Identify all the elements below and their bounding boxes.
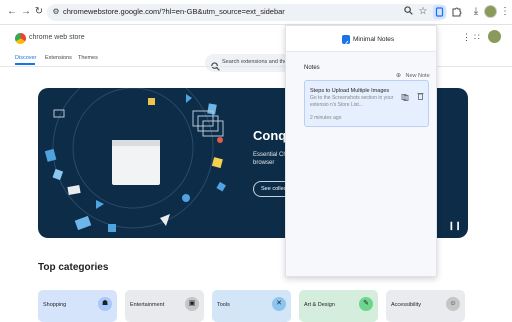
minimal-notes-extension-button[interactable] (433, 5, 446, 19)
note-title: Steps to Upload Multiple Images (310, 88, 390, 94)
popup-header: Minimal Notes (286, 26, 436, 52)
category-tools[interactable]: Tools ✕ (212, 290, 291, 322)
browser-toolbar: ← → ↻ ⚙ chromewebstore.google.com/?hl=en… (0, 0, 512, 25)
store-logo-text[interactable]: chrome web store (29, 34, 85, 41)
category-art-design[interactable]: Art & Design ✎ (299, 290, 378, 322)
more-options-icon[interactable]: ⋮ (462, 32, 471, 43)
category-accessibility[interactable]: Accessibility ☺ (386, 290, 465, 322)
app-title: Minimal Notes (353, 36, 395, 43)
note-preview: Go to the Screenshots section in your ex… (310, 95, 394, 108)
account-avatar[interactable] (488, 30, 501, 43)
category-entertainment[interactable]: Entertainment ▣ (125, 290, 204, 322)
extensions-puzzle-icon[interactable] (450, 6, 462, 18)
note-card[interactable]: Steps to Upload Multiple Images Go to th… (304, 80, 429, 127)
category-shopping[interactable]: Shopping ☗ (38, 290, 117, 322)
pause-icon[interactable]: ❙❙ (448, 221, 461, 230)
apps-grid-icon[interactable]: ∷ (474, 32, 480, 43)
pencil-icon: ✎ (359, 297, 373, 311)
new-note-button[interactable]: ⊕ New Note (396, 64, 430, 79)
copy-icon[interactable] (401, 88, 409, 101)
categories-title: Top categories (38, 262, 109, 273)
reload-icon[interactable]: ↻ (33, 6, 45, 18)
category-label: Art & Design (304, 302, 335, 308)
search-icon (211, 58, 220, 76)
profile-avatar[interactable] (484, 5, 497, 18)
bag-icon: ☗ (98, 297, 112, 311)
url-text[interactable]: chromewebstore.google.com/?hl=en-GB&utm_… (63, 7, 285, 16)
tab-discover[interactable]: Discover (15, 55, 36, 61)
zoom-icon[interactable] (402, 6, 414, 18)
tab-extensions[interactable]: Extensions (45, 55, 72, 61)
forward-icon[interactable]: → (20, 6, 32, 18)
category-label: Shopping (43, 302, 67, 308)
calendar-icon: ▣ (185, 297, 199, 311)
bookmark-star-icon[interactable]: ☆ (417, 6, 429, 18)
active-tab-indicator (15, 63, 35, 65)
person-icon: ☺ (446, 297, 460, 311)
category-label: Entertainment (130, 302, 165, 308)
notes-app-icon (342, 35, 350, 47)
note-timestamp: 2 minutes ago (310, 115, 342, 121)
new-note-label: New Note (405, 73, 430, 79)
minimal-notes-popup: Minimal Notes Notes ⊕ New Note Steps to … (285, 25, 437, 277)
notes-heading: Notes (304, 65, 320, 71)
plus-icon: ⊕ (396, 73, 402, 79)
back-icon[interactable]: ← (6, 6, 18, 18)
category-label: Accessibility (391, 302, 421, 308)
category-label: Tools (217, 302, 230, 308)
chrome-logo-icon (15, 33, 26, 44)
download-icon[interactable]: ⤓ (470, 6, 482, 18)
browser-menu-icon[interactable]: ⋮ (499, 6, 511, 18)
tab-themes[interactable]: Themes (78, 55, 98, 61)
site-info-icon[interactable]: ⚙ (50, 6, 62, 18)
tools-icon: ✕ (272, 297, 286, 311)
address-bar[interactable]: ⚙ chromewebstore.google.com/?hl=en-GB&ut… (47, 4, 447, 21)
delete-icon[interactable] (417, 87, 424, 100)
